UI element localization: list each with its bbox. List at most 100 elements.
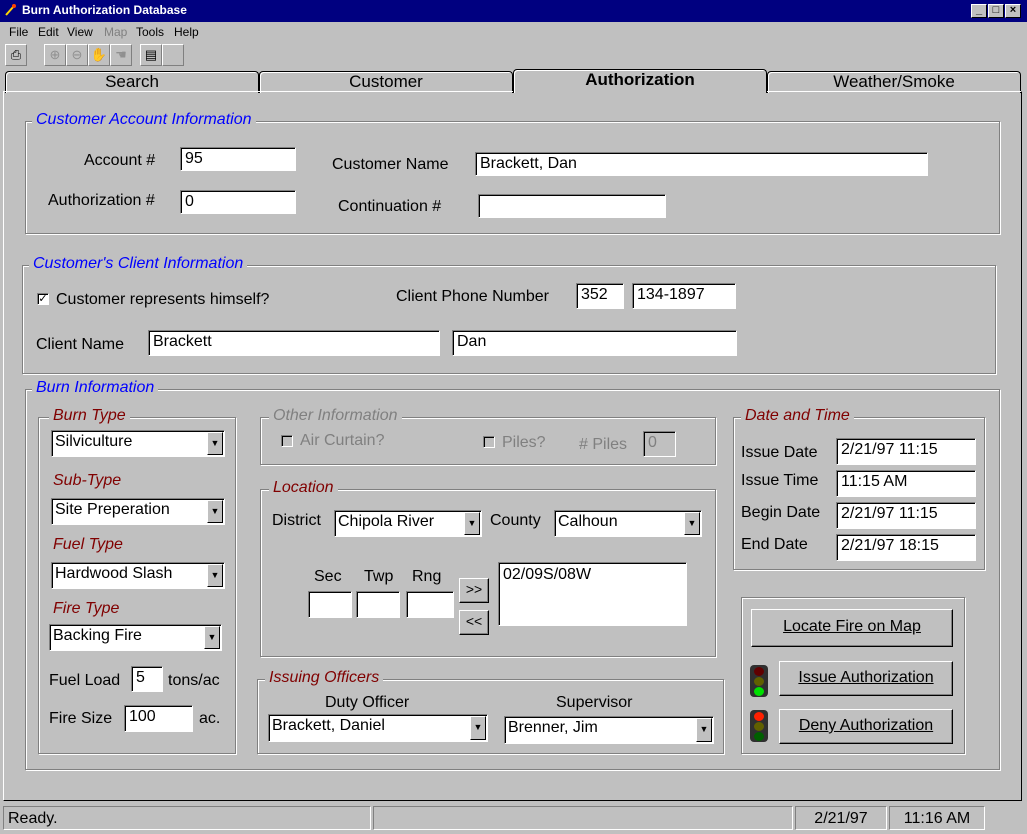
chevron-down-icon[interactable]: ▼ [696, 718, 712, 742]
notebook-icon: ▤ [144, 47, 158, 62]
county-label: County [490, 512, 541, 529]
client-last-name-field[interactable]: Brackett [148, 330, 440, 356]
print-button[interactable]: ⎙ [5, 44, 27, 66]
begin-date-label: Begin Date [741, 504, 821, 521]
menu-edit[interactable]: Edit [38, 25, 59, 39]
check-mark-icon: ✓ [38, 293, 48, 305]
num-piles-field[interactable]: 0 [643, 431, 676, 457]
burn-group-title: Burn Information [32, 379, 159, 397]
title-bar: Burn Authorization Database _ □ × [0, 0, 1027, 22]
chevron-down-icon[interactable]: ▼ [470, 716, 486, 740]
zoom-in-icon: ⊕ [49, 47, 61, 62]
fuel-type-label: Fuel Type [49, 536, 127, 554]
continuation-number-field[interactable] [478, 194, 666, 218]
supervisor-label: Supervisor [556, 694, 633, 711]
hand-icon: ☚ [115, 47, 127, 62]
fire-size-field[interactable]: 100 [124, 705, 193, 732]
maximize-button[interactable]: □ [988, 4, 1004, 18]
close-button[interactable]: × [1005, 4, 1021, 18]
menu-help[interactable]: Help [174, 25, 199, 39]
tab-authorization[interactable]: Authorization [513, 69, 767, 93]
piles-label: Piles? [502, 434, 546, 451]
num-piles-label: # Piles [579, 436, 628, 453]
district-select[interactable]: Chipola River ▼ [334, 510, 482, 537]
represents-himself-checkbox[interactable]: ✓ [37, 293, 49, 305]
fuel-load-unit: tons/ac [168, 672, 220, 689]
twp-field[interactable] [356, 591, 400, 618]
customer-name-field[interactable]: Brackett, Dan [475, 152, 928, 176]
list-item[interactable]: 02/09S/08W [503, 566, 686, 584]
remove-location-button[interactable]: << [459, 610, 489, 635]
add-location-button[interactable]: >> [459, 578, 489, 603]
location-list[interactable]: 02/09S/08W [498, 562, 687, 626]
window-title: Burn Authorization Database [22, 3, 187, 17]
chevron-down-icon[interactable]: ▼ [684, 512, 700, 535]
chevron-down-icon[interactable]: ▼ [464, 512, 480, 535]
account-number-field[interactable]: 95 [180, 147, 296, 171]
fire-size-unit: ac. [199, 710, 221, 727]
menu-tools[interactable]: Tools [136, 25, 164, 39]
issue-time-field[interactable]: 11:15 AM [836, 470, 976, 497]
issue-authorization-button[interactable]: Issue Authorization [779, 661, 953, 696]
status-message: Ready. [3, 806, 371, 830]
menu-file[interactable]: File [9, 25, 28, 39]
county-value: Calhoun [558, 513, 618, 530]
tab-search[interactable]: Search [5, 71, 259, 93]
fuel-type-select[interactable]: Hardwood Slash ▼ [51, 562, 225, 589]
zoom-out-icon: ⊖ [71, 47, 83, 62]
zoom-out-button[interactable]: ⊖ [66, 44, 88, 66]
client-group-title: Customer's Client Information [29, 255, 248, 273]
tab-weather-smoke[interactable]: Weather/Smoke [767, 71, 1021, 93]
customer-name-label: Customer Name [332, 156, 449, 173]
datetime-title: Date and Time [741, 407, 854, 425]
zoom-in-button[interactable]: ⊕ [44, 44, 66, 66]
notebook-button[interactable]: ▤ [140, 44, 162, 66]
rng-label: Rng [412, 568, 442, 585]
pan-button[interactable]: ✋ [88, 44, 110, 66]
sub-type-select[interactable]: Site Preperation ▼ [51, 498, 225, 525]
tab-customer[interactable]: Customer [259, 71, 513, 93]
authorization-number-field[interactable]: 0 [180, 190, 296, 214]
chevron-down-icon[interactable]: ▼ [204, 626, 220, 649]
app-icon [5, 4, 16, 16]
phone-area-code-field[interactable]: 352 [576, 283, 624, 309]
issue-date-field[interactable]: 2/21/97 11:15 [836, 438, 976, 465]
end-date-field[interactable]: 2/21/97 18:15 [836, 534, 976, 561]
fuel-load-label: Fuel Load [49, 672, 121, 689]
phone-number-field[interactable]: 134-1897 [632, 283, 736, 309]
client-name-label: Client Name [36, 336, 125, 353]
rng-field[interactable] [406, 591, 454, 618]
blank-toolbar-button[interactable] [162, 44, 184, 66]
chevron-down-icon[interactable]: ▼ [207, 500, 223, 523]
piles-checkbox[interactable] [483, 436, 495, 448]
fire-type-select[interactable]: Backing Fire ▼ [49, 624, 222, 651]
burn-type-value: Silviculture [55, 433, 133, 450]
client-first-name-field[interactable]: Dan [452, 330, 737, 356]
officers-title: Issuing Officers [265, 669, 384, 687]
client-phone-label: Client Phone Number [396, 288, 549, 305]
air-curtain-label: Air Curtain? [300, 432, 385, 449]
air-curtain-checkbox[interactable] [281, 435, 293, 447]
county-select[interactable]: Calhoun ▼ [554, 510, 702, 537]
locate-fire-button[interactable]: Locate Fire on Map [751, 609, 953, 647]
fuel-load-field[interactable]: 5 [131, 666, 163, 692]
duty-officer-select[interactable]: Brackett, Daniel ▼ [268, 714, 488, 742]
continuation-number-label: Continuation # [338, 198, 442, 215]
issue-date-label: Issue Date [741, 444, 818, 461]
chevron-down-icon[interactable]: ▼ [207, 432, 223, 455]
burn-type-select[interactable]: Silviculture ▼ [51, 430, 225, 457]
size-grip[interactable] [989, 808, 1023, 830]
supervisor-select[interactable]: Brenner, Jim ▼ [504, 716, 714, 744]
menu-map[interactable]: Map [104, 25, 127, 39]
deny-authorization-button[interactable]: Deny Authorization [779, 709, 953, 744]
menu-view[interactable]: View [67, 25, 93, 39]
chevron-down-icon[interactable]: ▼ [207, 564, 223, 587]
other-info-title: Other Information [269, 407, 402, 425]
status-panel-empty [373, 806, 793, 830]
authorization-number-label: Authorization # [48, 192, 155, 209]
pan-hand-icon: ✋ [90, 47, 108, 62]
sec-field[interactable] [308, 591, 352, 618]
hand-button[interactable]: ☚ [110, 44, 132, 66]
minimize-button[interactable]: _ [971, 4, 987, 18]
begin-date-field[interactable]: 2/21/97 11:15 [836, 502, 976, 529]
